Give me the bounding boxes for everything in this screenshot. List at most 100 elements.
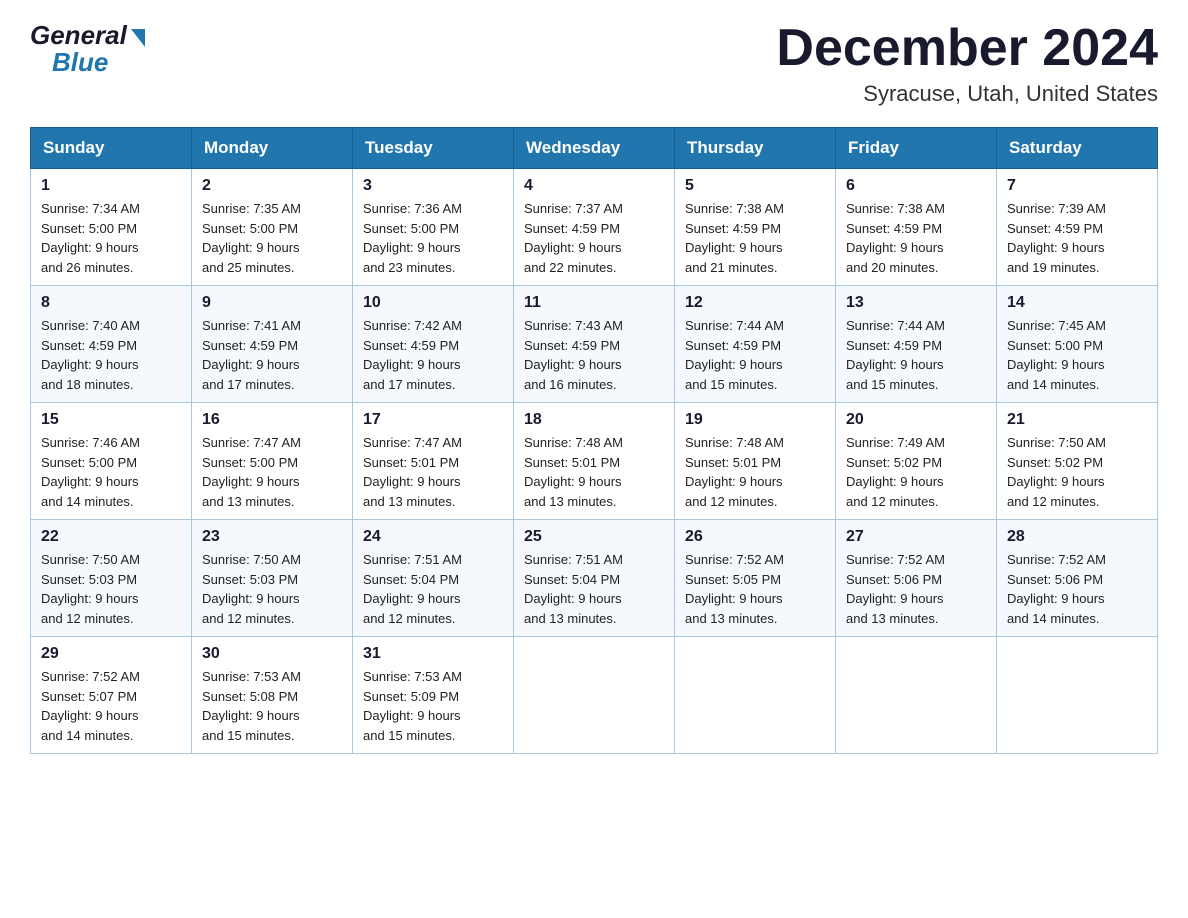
calendar-cell: 5 Sunrise: 7:38 AM Sunset: 4:59 PM Dayli… <box>675 169 836 286</box>
calendar-header-row: SundayMondayTuesdayWednesdayThursdayFrid… <box>31 128 1158 169</box>
day-number: 3 <box>363 177 503 195</box>
calendar-cell: 16 Sunrise: 7:47 AM Sunset: 5:00 PM Dayl… <box>192 403 353 520</box>
page-header: General Blue December 2024 Syracuse, Uta… <box>30 20 1158 107</box>
calendar-cell: 13 Sunrise: 7:44 AM Sunset: 4:59 PM Dayl… <box>836 286 997 403</box>
day-info: Sunrise: 7:37 AM Sunset: 4:59 PM Dayligh… <box>524 199 664 277</box>
day-number: 9 <box>202 294 342 312</box>
day-header-sunday: Sunday <box>31 128 192 169</box>
calendar-cell: 26 Sunrise: 7:52 AM Sunset: 5:05 PM Dayl… <box>675 520 836 637</box>
day-number: 4 <box>524 177 664 195</box>
day-info: Sunrise: 7:36 AM Sunset: 5:00 PM Dayligh… <box>363 199 503 277</box>
day-info: Sunrise: 7:44 AM Sunset: 4:59 PM Dayligh… <box>685 316 825 394</box>
calendar-cell: 29 Sunrise: 7:52 AM Sunset: 5:07 PM Dayl… <box>31 637 192 754</box>
day-info: Sunrise: 7:52 AM Sunset: 5:05 PM Dayligh… <box>685 550 825 628</box>
day-info: Sunrise: 7:52 AM Sunset: 5:06 PM Dayligh… <box>1007 550 1147 628</box>
day-number: 26 <box>685 528 825 546</box>
day-info: Sunrise: 7:49 AM Sunset: 5:02 PM Dayligh… <box>846 433 986 511</box>
day-number: 22 <box>41 528 181 546</box>
day-number: 2 <box>202 177 342 195</box>
day-info: Sunrise: 7:47 AM Sunset: 5:01 PM Dayligh… <box>363 433 503 511</box>
logo: General Blue <box>30 20 145 78</box>
day-header-saturday: Saturday <box>997 128 1158 169</box>
day-info: Sunrise: 7:42 AM Sunset: 4:59 PM Dayligh… <box>363 316 503 394</box>
day-info: Sunrise: 7:39 AM Sunset: 4:59 PM Dayligh… <box>1007 199 1147 277</box>
day-header-wednesday: Wednesday <box>514 128 675 169</box>
calendar-cell: 4 Sunrise: 7:37 AM Sunset: 4:59 PM Dayli… <box>514 169 675 286</box>
calendar-cell: 27 Sunrise: 7:52 AM Sunset: 5:06 PM Dayl… <box>836 520 997 637</box>
day-info: Sunrise: 7:38 AM Sunset: 4:59 PM Dayligh… <box>685 199 825 277</box>
day-number: 17 <box>363 411 503 429</box>
week-row-1: 1 Sunrise: 7:34 AM Sunset: 5:00 PM Dayli… <box>31 169 1158 286</box>
day-info: Sunrise: 7:50 AM Sunset: 5:03 PM Dayligh… <box>202 550 342 628</box>
day-info: Sunrise: 7:38 AM Sunset: 4:59 PM Dayligh… <box>846 199 986 277</box>
title-block: December 2024 Syracuse, Utah, United Sta… <box>776 20 1158 107</box>
week-row-4: 22 Sunrise: 7:50 AM Sunset: 5:03 PM Dayl… <box>31 520 1158 637</box>
logo-blue-text: Blue <box>52 47 108 78</box>
week-row-5: 29 Sunrise: 7:52 AM Sunset: 5:07 PM Dayl… <box>31 637 1158 754</box>
location-title: Syracuse, Utah, United States <box>776 81 1158 107</box>
calendar-cell: 28 Sunrise: 7:52 AM Sunset: 5:06 PM Dayl… <box>997 520 1158 637</box>
week-row-2: 8 Sunrise: 7:40 AM Sunset: 4:59 PM Dayli… <box>31 286 1158 403</box>
calendar-cell: 18 Sunrise: 7:48 AM Sunset: 5:01 PM Dayl… <box>514 403 675 520</box>
calendar-cell: 31 Sunrise: 7:53 AM Sunset: 5:09 PM Dayl… <box>353 637 514 754</box>
day-info: Sunrise: 7:46 AM Sunset: 5:00 PM Dayligh… <box>41 433 181 511</box>
day-number: 16 <box>202 411 342 429</box>
day-info: Sunrise: 7:51 AM Sunset: 5:04 PM Dayligh… <box>524 550 664 628</box>
day-number: 13 <box>846 294 986 312</box>
calendar-cell: 15 Sunrise: 7:46 AM Sunset: 5:00 PM Dayl… <box>31 403 192 520</box>
day-info: Sunrise: 7:47 AM Sunset: 5:00 PM Dayligh… <box>202 433 342 511</box>
day-info: Sunrise: 7:52 AM Sunset: 5:07 PM Dayligh… <box>41 667 181 745</box>
day-number: 15 <box>41 411 181 429</box>
day-info: Sunrise: 7:44 AM Sunset: 4:59 PM Dayligh… <box>846 316 986 394</box>
day-header-friday: Friday <box>836 128 997 169</box>
day-info: Sunrise: 7:53 AM Sunset: 5:08 PM Dayligh… <box>202 667 342 745</box>
day-number: 21 <box>1007 411 1147 429</box>
calendar-cell <box>514 637 675 754</box>
day-number: 29 <box>41 645 181 663</box>
day-number: 6 <box>846 177 986 195</box>
calendar-cell <box>997 637 1158 754</box>
calendar-cell: 8 Sunrise: 7:40 AM Sunset: 4:59 PM Dayli… <box>31 286 192 403</box>
calendar-cell: 25 Sunrise: 7:51 AM Sunset: 5:04 PM Dayl… <box>514 520 675 637</box>
day-info: Sunrise: 7:34 AM Sunset: 5:00 PM Dayligh… <box>41 199 181 277</box>
day-number: 20 <box>846 411 986 429</box>
day-header-thursday: Thursday <box>675 128 836 169</box>
calendar-cell <box>836 637 997 754</box>
day-number: 1 <box>41 177 181 195</box>
day-number: 10 <box>363 294 503 312</box>
calendar-cell: 6 Sunrise: 7:38 AM Sunset: 4:59 PM Dayli… <box>836 169 997 286</box>
day-number: 14 <box>1007 294 1147 312</box>
day-info: Sunrise: 7:40 AM Sunset: 4:59 PM Dayligh… <box>41 316 181 394</box>
logo-arrow-icon <box>131 29 145 47</box>
day-info: Sunrise: 7:53 AM Sunset: 5:09 PM Dayligh… <box>363 667 503 745</box>
day-info: Sunrise: 7:50 AM Sunset: 5:03 PM Dayligh… <box>41 550 181 628</box>
calendar-cell: 20 Sunrise: 7:49 AM Sunset: 5:02 PM Dayl… <box>836 403 997 520</box>
day-number: 8 <box>41 294 181 312</box>
day-info: Sunrise: 7:45 AM Sunset: 5:00 PM Dayligh… <box>1007 316 1147 394</box>
day-number: 28 <box>1007 528 1147 546</box>
calendar-cell: 14 Sunrise: 7:45 AM Sunset: 5:00 PM Dayl… <box>997 286 1158 403</box>
calendar-cell: 9 Sunrise: 7:41 AM Sunset: 4:59 PM Dayli… <box>192 286 353 403</box>
day-number: 11 <box>524 294 664 312</box>
day-number: 25 <box>524 528 664 546</box>
calendar-cell: 11 Sunrise: 7:43 AM Sunset: 4:59 PM Dayl… <box>514 286 675 403</box>
calendar-cell: 19 Sunrise: 7:48 AM Sunset: 5:01 PM Dayl… <box>675 403 836 520</box>
day-info: Sunrise: 7:48 AM Sunset: 5:01 PM Dayligh… <box>685 433 825 511</box>
day-info: Sunrise: 7:43 AM Sunset: 4:59 PM Dayligh… <box>524 316 664 394</box>
day-info: Sunrise: 7:48 AM Sunset: 5:01 PM Dayligh… <box>524 433 664 511</box>
calendar-cell: 22 Sunrise: 7:50 AM Sunset: 5:03 PM Dayl… <box>31 520 192 637</box>
day-number: 12 <box>685 294 825 312</box>
calendar-cell: 21 Sunrise: 7:50 AM Sunset: 5:02 PM Dayl… <box>997 403 1158 520</box>
day-header-monday: Monday <box>192 128 353 169</box>
day-number: 31 <box>363 645 503 663</box>
day-info: Sunrise: 7:51 AM Sunset: 5:04 PM Dayligh… <box>363 550 503 628</box>
day-number: 23 <box>202 528 342 546</box>
calendar-cell: 7 Sunrise: 7:39 AM Sunset: 4:59 PM Dayli… <box>997 169 1158 286</box>
calendar-cell <box>675 637 836 754</box>
calendar-cell: 12 Sunrise: 7:44 AM Sunset: 4:59 PM Dayl… <box>675 286 836 403</box>
month-title: December 2024 <box>776 20 1158 77</box>
calendar-cell: 10 Sunrise: 7:42 AM Sunset: 4:59 PM Dayl… <box>353 286 514 403</box>
day-number: 18 <box>524 411 664 429</box>
calendar-cell: 24 Sunrise: 7:51 AM Sunset: 5:04 PM Dayl… <box>353 520 514 637</box>
day-info: Sunrise: 7:50 AM Sunset: 5:02 PM Dayligh… <box>1007 433 1147 511</box>
